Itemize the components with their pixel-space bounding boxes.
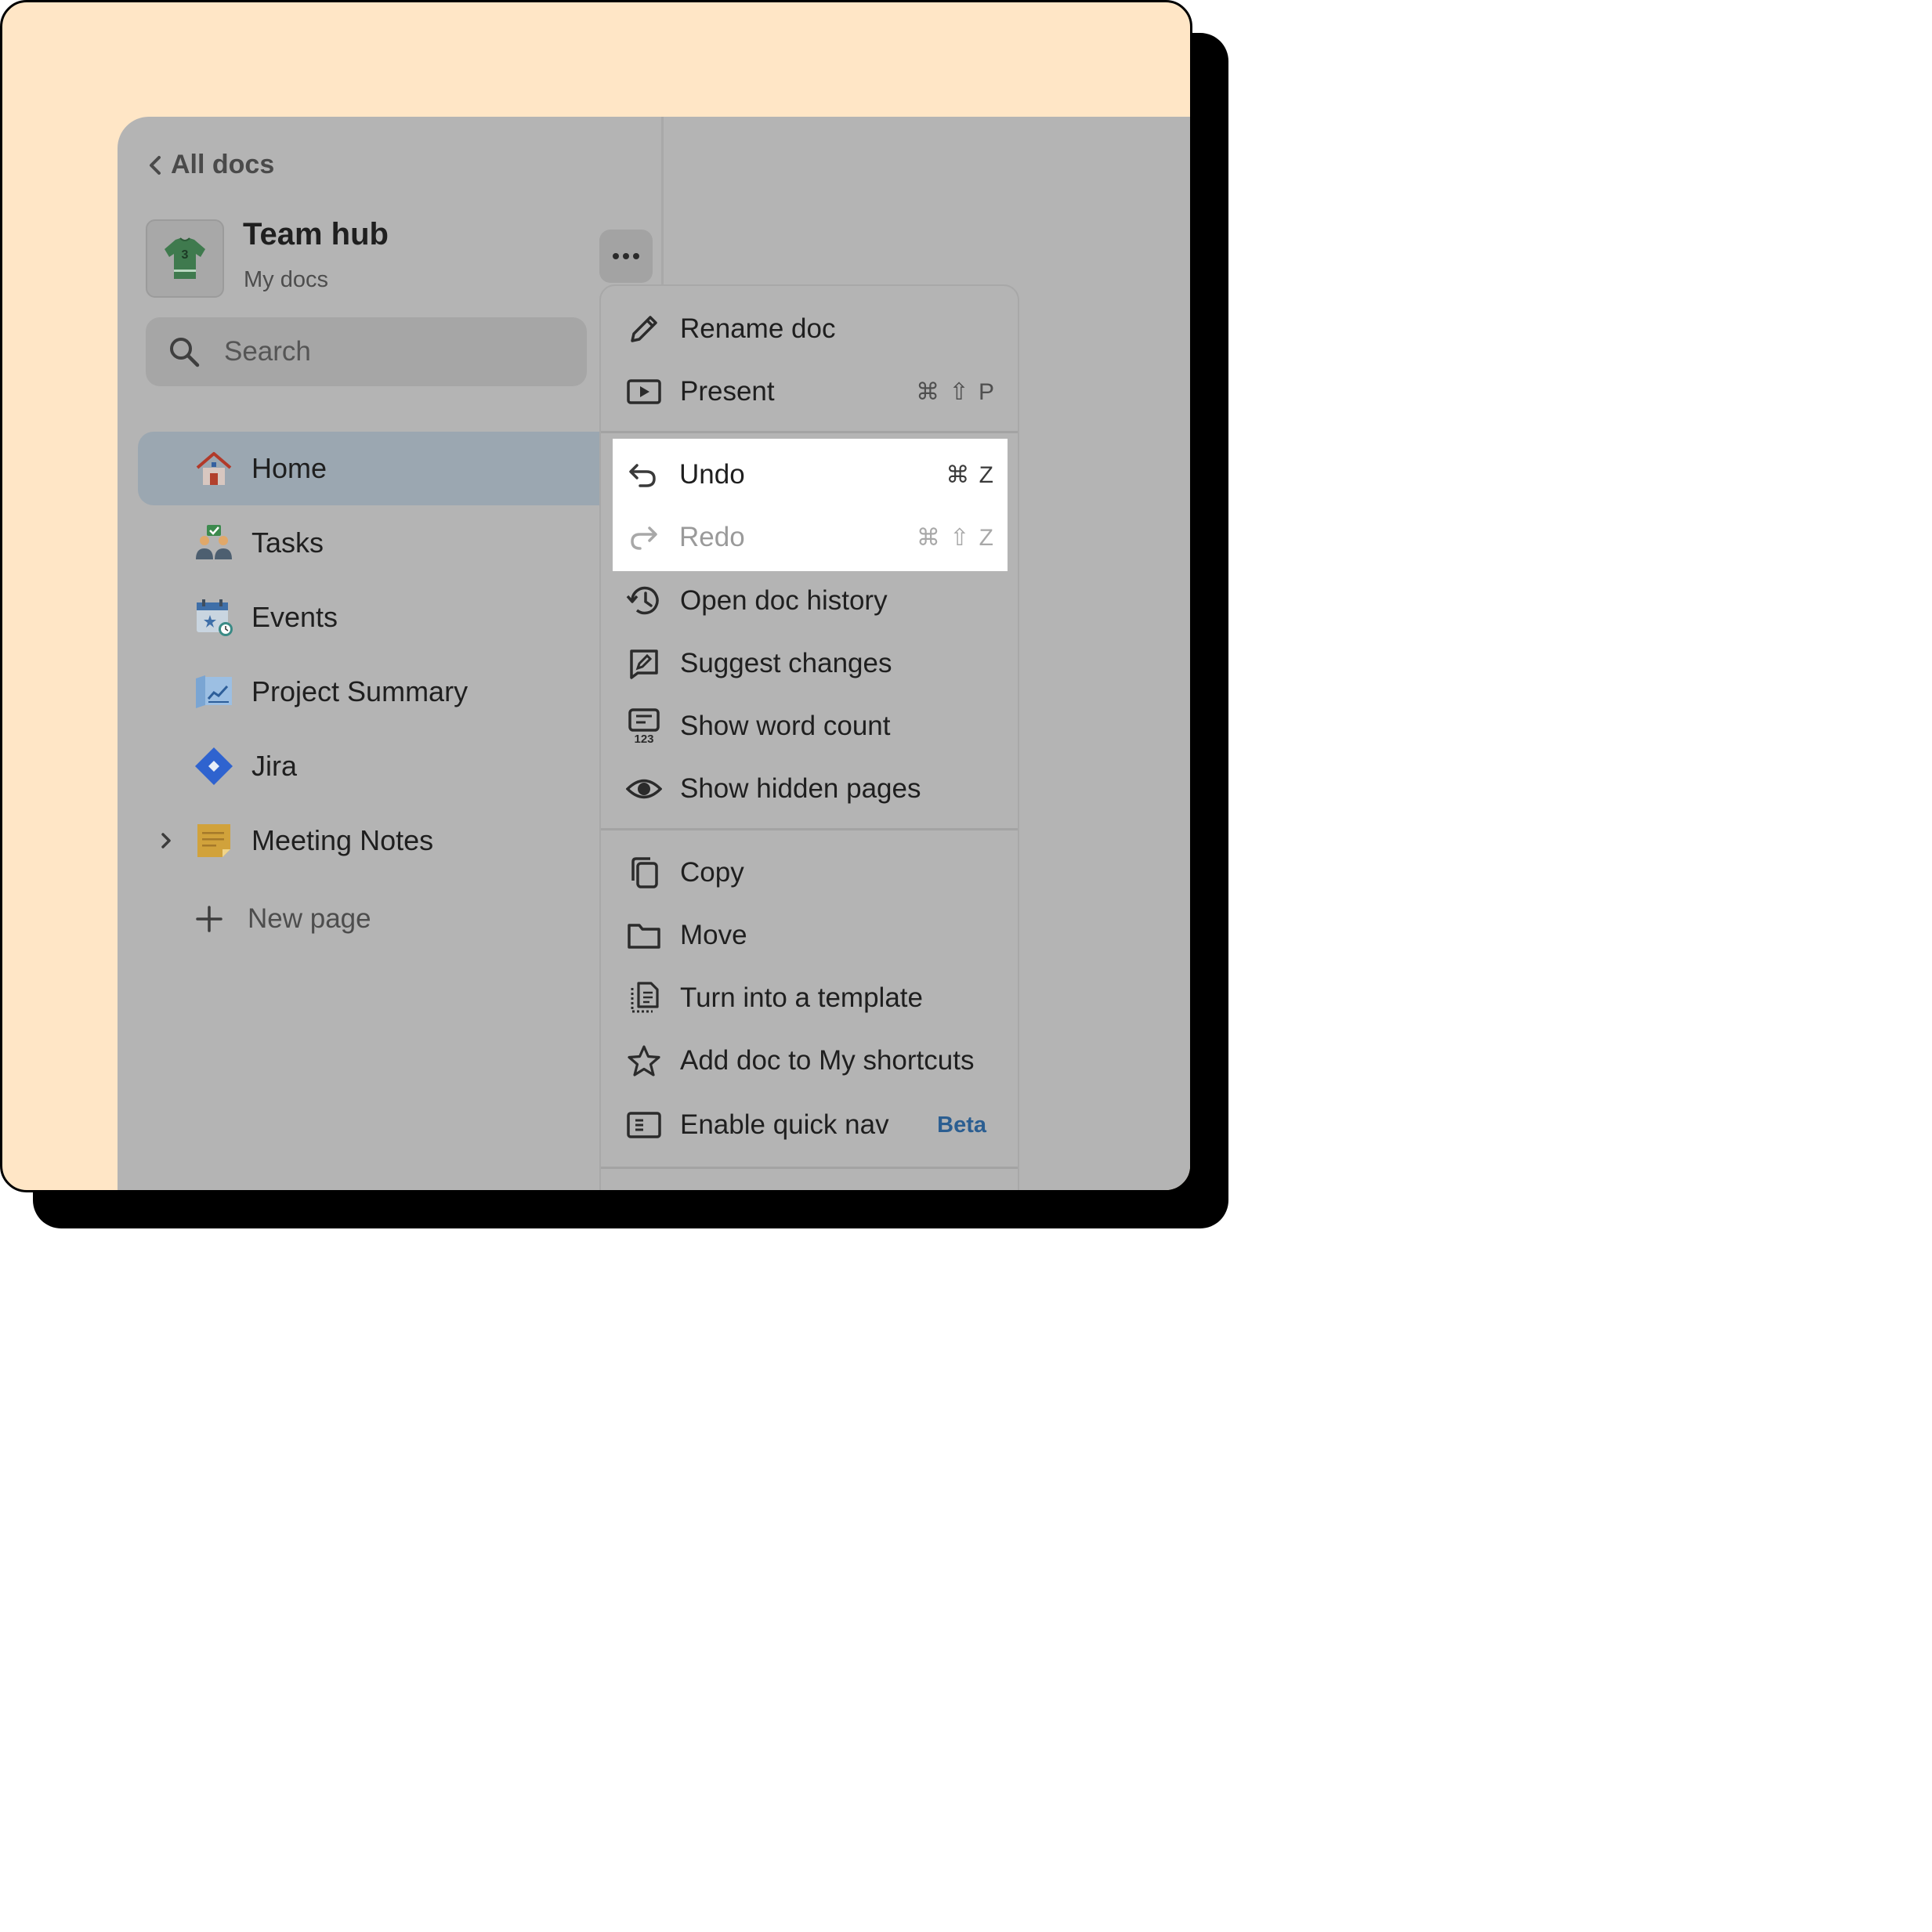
menu-item-move[interactable]: Move [601,904,1018,967]
jira-icon [195,747,233,785]
plus-icon [196,906,223,932]
menu-item-undo[interactable]: Undo ⌘ Z [613,443,1008,506]
chart-map-icon [196,675,232,708]
screenshot-frame: All docs 3 Team hub My docs Search Home … [0,0,1192,1192]
sidebar-item-label: Tasks [251,526,324,559]
menu-separator [601,431,1018,433]
new-page-button[interactable]: New page [196,903,371,935]
menu-item-present[interactable]: Present ⌘ ⇧ P [601,360,1018,423]
sidebar-item-label: Home [251,452,327,484]
doc-options-menu: Rename doc Present ⌘ ⇧ P Open doc histor… [599,284,1019,1190]
menu-item-show-hidden-pages[interactable]: Show hidden pages [601,758,1018,820]
all-docs-link[interactable]: All docs [147,150,274,180]
menu-item-suggest-changes[interactable]: Suggest changes [601,632,1018,695]
doc-title: Team hub [243,217,389,251]
beta-badge: Beta [937,1112,986,1138]
menu-item-add-to-shortcuts[interactable]: Add doc to My shortcuts [601,1029,1018,1092]
doc-icon[interactable]: 3 [146,219,224,298]
menu-item-open-doc-history[interactable]: Open doc history [601,570,1018,632]
eye-icon [626,779,662,799]
menu-item-turn-into-template[interactable]: Turn into a template [601,967,1018,1029]
menu-separator [601,828,1018,830]
search-icon [170,338,200,367]
all-docs-label: All docs [171,150,275,179]
sidebar-item-meeting-notes[interactable]: Meeting Notes [138,804,608,877]
sidebar-item-home[interactable]: Home [138,432,608,505]
svg-text:3: 3 [182,248,189,262]
more-horizontal-icon [613,253,639,259]
chevron-left-icon [150,155,161,175]
svg-text:123: 123 [634,733,653,744]
menu-item-redo[interactable]: Redo ⌘ ⇧ Z [613,506,1008,569]
menu-item-show-word-count[interactable]: 123 Show word count [601,695,1018,758]
shortcut-present: ⌘ ⇧ P [916,378,996,405]
copy-icon [631,857,658,888]
doc-subtitle: My docs [244,267,328,292]
house-icon [196,452,232,485]
redo-icon [631,526,657,550]
calendar-star-icon [197,599,233,636]
search-input[interactable]: Search [146,317,587,386]
sidebar-item-jira[interactable]: Jira [138,729,608,803]
sidebar-item-label: Meeting Notes [251,824,434,856]
folder-icon [628,924,660,949]
new-page-label: New page [248,903,371,934]
jersey-icon: 3 [165,237,205,279]
sidebar-item-events[interactable]: Events [138,581,608,654]
sidebar-item-label: Events [251,601,338,633]
sticky-note-icon [197,824,230,857]
word-count-icon: 123 [628,708,660,744]
template-icon [631,982,659,1013]
doc-options-button[interactable] [599,230,653,283]
sidebar-item-tasks[interactable]: Tasks [138,506,608,580]
menu-item-enable-quick-nav[interactable]: Enable quick nav Beta [601,1094,1018,1156]
people-check-icon [196,525,232,559]
search-placeholder: Search [224,336,311,367]
menu-separator [601,1167,1018,1169]
suggest-edit-icon [630,649,658,679]
undo-icon [629,464,656,487]
star-icon [628,1045,660,1076]
sidebar-item-label: Project Summary [251,675,469,707]
play-screen-icon [627,379,661,404]
shortcut-redo: ⌘ ⇧ Z [916,524,995,551]
pencil-icon [631,316,657,342]
shortcut-undo: ⌘ Z [946,461,995,488]
menu-item-rename-doc[interactable]: Rename doc [601,298,1018,360]
quick-nav-icon [627,1112,661,1138]
menu-item-copy[interactable]: Copy [601,841,1018,904]
sidebar-item-label: Jira [251,750,298,782]
sidebar-item-project-summary[interactable]: Project Summary [138,655,608,729]
chevron-right-icon[interactable] [158,830,174,852]
history-icon [626,586,659,615]
